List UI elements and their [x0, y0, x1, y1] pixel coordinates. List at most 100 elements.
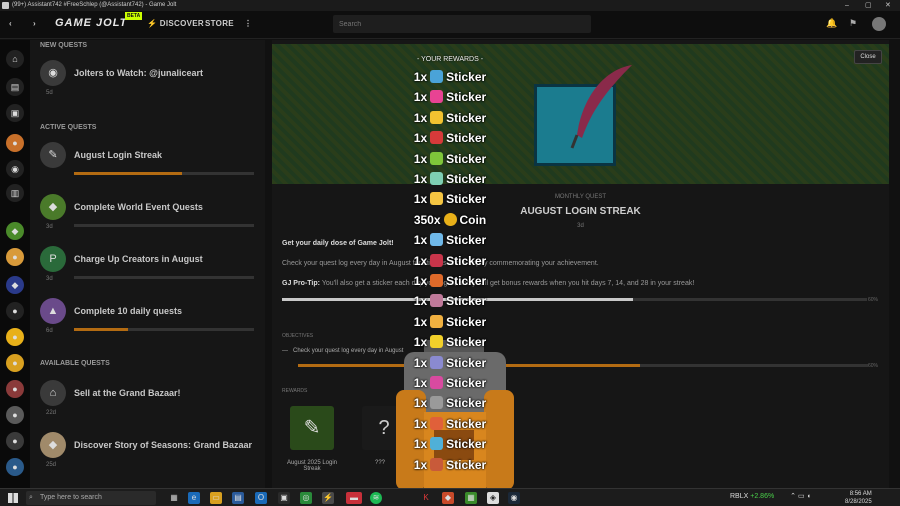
reward-qty: 1x — [413, 355, 428, 370]
reward-name: Sticker — [446, 335, 487, 350]
user-avatar[interactable] — [872, 17, 886, 31]
quest-time: 3d — [46, 224, 53, 230]
reward-name: Sticker — [446, 151, 487, 166]
reward-name: Sticker — [446, 437, 487, 452]
task-view-icon[interactable]: ▦ — [168, 492, 180, 504]
community-avatar-icon[interactable]: ◆ — [6, 222, 24, 240]
clock-time: 8:56 AM — [849, 491, 872, 497]
store-icon[interactable]: ▤ — [6, 78, 24, 96]
notifications-icon[interactable]: 🔔 — [826, 18, 837, 29]
store-app-icon[interactable]: ▤ — [232, 492, 244, 504]
quest-item[interactable]: ✎ August Login Streak — [40, 142, 260, 186]
store-link[interactable]: STORE — [205, 19, 234, 28]
reward-name: Sticker — [446, 376, 487, 390]
reward-qty: 1x — [413, 274, 428, 288]
sticker-icon — [430, 314, 444, 328]
reward-qty: 350x — [413, 212, 441, 227]
chat-icon[interactable]: ◉ — [6, 160, 24, 178]
objective-progress-bar — [298, 364, 868, 367]
maximize-icon[interactable]: ▢ — [865, 0, 872, 11]
reward-name: Sticker — [446, 396, 487, 411]
taskbar-search-placeholder: Type here to search — [40, 494, 102, 501]
reward-name: Sticker — [446, 355, 487, 370]
stock-widget[interactable]: RBLX +2.86% — [730, 493, 774, 500]
library-icon[interactable]: ▥ — [6, 184, 24, 202]
protip-text: You'll also get a sticker each day you l… — [321, 280, 695, 287]
community-avatar-icon[interactable]: ● — [6, 458, 24, 476]
quest-item[interactable]: P Charge Up Creators in August 3d — [40, 246, 260, 290]
outlook-icon[interactable]: O — [255, 492, 267, 504]
active-quests-heading: ACTIVE QUESTS — [40, 124, 97, 131]
reward-qty: 1x — [413, 90, 428, 105]
quest-time: 6d — [46, 328, 53, 334]
close-button[interactable]: Close — [854, 50, 882, 64]
taskbar-clock[interactable]: 8:56 AM 8/28/2025 — [845, 490, 872, 506]
reward-qty: 1x — [413, 314, 428, 329]
quest-progress-bar — [74, 276, 254, 279]
spotify-icon[interactable]: ≋ — [370, 492, 382, 504]
sticker-icon — [430, 192, 444, 206]
network-icon[interactable]: ▭ — [798, 493, 805, 500]
quest-banner: Close — [272, 44, 889, 184]
window-titlebar: (99+) Assistant742 #FreeSchlep (@Assista… — [0, 0, 900, 11]
reward-row: 350x Coin — [395, 212, 505, 227]
quests-icon[interactable]: ⚑ — [849, 18, 857, 29]
reward-qty: 1x — [413, 151, 428, 166]
protip-label: GJ Pro-Tip: — [282, 280, 320, 287]
community-avatar-icon[interactable]: ◆ — [6, 276, 24, 294]
reward-card-trophy[interactable]: ✎ — [290, 406, 334, 450]
steam-icon[interactable]: ◉ — [508, 492, 520, 504]
quest-item[interactable]: ⌂ Sell at the Grand Bazaar! 22d — [40, 380, 260, 424]
community-icon[interactable]: ● — [6, 134, 24, 152]
file-explorer-icon[interactable]: ▭ — [210, 492, 222, 504]
close-window-icon[interactable]: ✕ — [885, 0, 891, 11]
forward-icon[interactable]: › — [33, 19, 36, 28]
minecraft-icon[interactable]: ▦ — [465, 492, 477, 504]
quest-subtitle: MONTHLY QUEST — [554, 194, 607, 200]
search-input[interactable] — [333, 15, 591, 33]
sticker-icon — [430, 416, 444, 430]
sticker-icon — [430, 233, 444, 247]
back-icon[interactable]: ‹ — [9, 19, 12, 28]
reward-row: 1x Sticker — [395, 355, 505, 370]
discover-link[interactable]: ⚡ DISCOVER — [147, 19, 204, 28]
gamejolt-app-icon[interactable]: ⚡ — [322, 492, 334, 504]
taskbar-search[interactable]: ⌕ Type here to search — [26, 491, 156, 505]
brand-logo[interactable]: GAME JOLT — [55, 17, 127, 29]
reward-qty: 1x — [413, 110, 428, 125]
xbox-icon[interactable]: ◎ — [300, 492, 312, 504]
reward-row: 1x Sticker — [395, 90, 505, 104]
community-avatar-icon[interactable]: ● — [6, 380, 24, 398]
edge-browser-icon[interactable]: e — [188, 492, 200, 504]
calendar-icon[interactable]: ▣ — [278, 492, 290, 504]
quest-progress-bar — [282, 298, 867, 301]
tray-arrow-icon[interactable]: ⌃ — [790, 493, 796, 500]
unity-icon[interactable]: ◈ — [487, 492, 499, 504]
quest-item[interactable]: ◆ Complete World Event Quests 3d — [40, 194, 260, 238]
inventory-icon[interactable]: ▣ — [6, 104, 24, 122]
minimize-icon[interactable]: – — [845, 0, 849, 11]
quest-title: Charge Up Creators in August — [74, 254, 203, 264]
community-avatar-icon[interactable]: ● — [6, 328, 24, 346]
app-k-icon[interactable]: K — [420, 492, 432, 504]
quest-item[interactable]: ▲ Complete 10 daily quests 6d — [40, 298, 260, 342]
more-icon[interactable]: ⋮ — [244, 19, 252, 28]
quest-title: Complete 10 daily quests — [74, 306, 183, 316]
community-avatar-icon[interactable]: ● — [6, 354, 24, 372]
media-app-icon[interactable]: ▬ — [346, 492, 362, 504]
feather-icon — [570, 65, 632, 149]
community-avatar-icon[interactable]: ● — [6, 406, 24, 424]
app-shield-icon[interactable]: ◆ — [442, 492, 454, 504]
quest-item[interactable]: ◉ Jolters to Watch: @junaliceart 5d — [40, 60, 260, 104]
reward-qty: 1x — [413, 335, 428, 350]
community-avatar-icon[interactable]: ● — [6, 302, 24, 320]
home-icon[interactable]: ⌂ — [6, 50, 24, 68]
quest-item[interactable]: ◆ Discover Story of Seasons: Grand Bazaa… — [40, 432, 260, 476]
new-quests-heading: NEW QUESTS — [40, 42, 88, 49]
windows-start-icon[interactable] — [8, 493, 18, 503]
community-avatar-icon[interactable]: ● — [6, 248, 24, 266]
volume-icon[interactable]: ◖ — [807, 493, 811, 500]
community-avatar-icon[interactable]: ● — [6, 432, 24, 450]
objective-text: Check your quest log every day in August — [293, 348, 404, 354]
clock-date: 8/28/2025 — [845, 499, 872, 505]
